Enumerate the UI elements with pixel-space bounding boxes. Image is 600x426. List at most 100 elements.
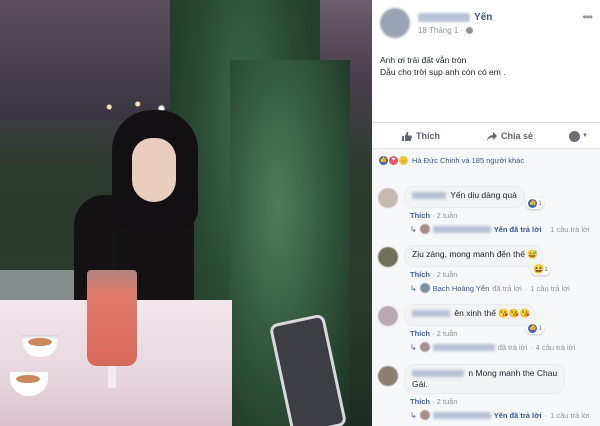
comment-row: Zịu zàng, mong manh đến thế 😅 😆 1 — [378, 245, 594, 275]
reply-author-text: đã trả lời — [492, 283, 522, 293]
reply-author-text: Yến đã trả lời — [493, 224, 542, 234]
comment-reaction-badge[interactable]: 😆 1 — [531, 264, 550, 275]
reply-arrow-icon: ↳ — [410, 283, 417, 293]
share-button[interactable]: Chia sẻ — [487, 131, 533, 141]
reply-separator: · — [544, 410, 548, 420]
comment-reaction-count: 1 — [538, 200, 542, 207]
reactions-summary[interactable]: 👍 ♥ ◡ Hà Đức Chinh và 185 người khác — [372, 148, 600, 171]
comment-text: Zịu zàng, mong manh đến thế 😅 — [412, 249, 538, 259]
comment-item: Yến dịu dàng quá 👍 1 Thích · 2 tuần ↳ Yế… — [378, 171, 594, 234]
reply-author-avatar — [419, 410, 430, 420]
post-content: Anh ơi trái đất vẫn tròn Dẫu cho trời sụ… — [380, 54, 592, 78]
comment-row: Yến dịu dàng quá 👍 1 — [378, 186, 594, 209]
blurred-reply-author — [432, 343, 495, 351]
globe-icon — [466, 27, 474, 34]
comment-row: ên xinh thế 😘😘😘 👍 1 — [378, 304, 594, 334]
reply-arrow-icon: ↳ — [410, 410, 417, 420]
reply-count: 1 câu trả lời — [550, 410, 590, 420]
photo-smoothie-glass — [87, 270, 137, 366]
post-header: Yến 18 Tháng 1 · ••• — [380, 0, 593, 38]
comment-reaction-badge[interactable]: 👍 1 — [526, 198, 544, 209]
comment-text: Yến dịu dàng quá — [450, 190, 517, 200]
comments-list: Yến dịu dàng quá 👍 1 Thích · 2 tuần ↳ Yế… — [372, 171, 600, 426]
comment-meta: Thích · 2 tuần — [410, 211, 458, 220]
comment-reaction-badge[interactable]: 👍 1 — [526, 323, 545, 334]
reply-count: 1 câu trả lời — [530, 283, 570, 293]
comment-item: ên xinh thế 😘😘😘 👍 1 Thích · 2 tuần ↳ đã … — [378, 293, 594, 352]
reply-count: 1 câu trả lời — [550, 224, 590, 234]
commenter-avatar[interactable] — [378, 247, 398, 267]
comment-bubble: Yến dịu dàng quá 👍 1 — [404, 186, 544, 209]
thumbs-up-icon — [402, 131, 412, 141]
comment-meta: Thích · 2 tuần — [410, 270, 458, 279]
reply-author-avatar — [419, 342, 430, 352]
author-info: Yến 18 Tháng 1 · — [418, 8, 582, 35]
comment-bubble: ên xinh thế 😘😘😘 👍 1 — [404, 304, 545, 334]
reply-author-text: đã trả lời — [497, 342, 528, 352]
comment-bubble: Zịu zàng, mong manh đến thế 😅 😆 1 — [404, 245, 550, 275]
photo-person-face — [132, 138, 176, 202]
reply-arrow-icon: ↳ — [410, 224, 417, 234]
post-side-panel: Yến 18 Tháng 1 · ••• Anh ơi trái đất vẫn… — [372, 0, 600, 426]
commenter-avatar[interactable] — [378, 366, 398, 386]
like-reaction-icon: 👍 — [528, 199, 538, 208]
like-reaction-icon: 👍 — [528, 324, 538, 333]
ellipsis-icon[interactable]: ••• — [582, 10, 593, 24]
haha-reaction-icon: ◡ — [399, 155, 408, 165]
reply-summary[interactable]: ↳ Yến đã trả lời · 1 câu trả lời — [410, 410, 594, 420]
comment-like-link[interactable]: Thích — [410, 211, 430, 220]
comment-like-link[interactable]: Thích — [410, 397, 430, 406]
comment-text: ên xinh thế 😘😘😘 — [454, 308, 531, 318]
haha-reaction-icon: 😆 — [533, 264, 545, 274]
comment-time[interactable]: 2 tuần — [437, 211, 458, 220]
viewer-selector[interactable]: ▼ — [569, 130, 588, 142]
like-label: Thích — [416, 131, 440, 141]
reply-summary[interactable]: ↳ đã trả lời · 4 câu trả lời — [410, 342, 594, 352]
post-photo[interactable] — [0, 0, 372, 426]
post-action-bar: Thích Chia sẻ ▼ — [372, 122, 600, 149]
reactions-text: Hà Đức Chinh và 185 người khác — [412, 155, 525, 165]
comment-meta: Thích · 2 tuần — [410, 329, 458, 338]
blurred-author-surname — [418, 13, 470, 22]
comment-meta: Thích · 2 tuần — [410, 397, 458, 406]
like-reaction-icon: 👍 — [379, 155, 388, 165]
reply-author-text: Yến đã trả lời — [493, 410, 542, 420]
post-content-line: Anh ơi trái đất vẫn tròn — [380, 55, 467, 65]
comment-like-link[interactable]: Thích — [410, 329, 430, 338]
reply-count: 4 câu trả lời — [535, 342, 576, 352]
comment-bubble: n Mong manh the Chau Gái. — [404, 364, 566, 394]
blurred-reply-author — [432, 225, 491, 233]
reply-summary[interactable]: ↳ Yến đã trả lời · 1 câu trả lời — [410, 224, 594, 234]
comment-reaction-count: 1 — [544, 266, 548, 273]
post-timestamp[interactable]: 18 Tháng 1 · — [418, 26, 463, 35]
comment-text-continued: Gái. — [412, 379, 428, 389]
comment-item: n Mong manh the Chau Gái. Thích · 2 tuần… — [378, 352, 594, 420]
commenter-avatar[interactable] — [378, 306, 398, 326]
reply-separator: · — [544, 224, 548, 234]
comment-time[interactable]: 2 tuần — [437, 397, 458, 406]
reply-summary[interactable]: ↳ Bạch Hoàng Yến đã trả lời · 1 câu trả … — [410, 283, 594, 293]
post-card: Yến 18 Tháng 1 · ••• Anh ơi trái đất vẫn… — [372, 0, 600, 148]
blurred-commenter-name[interactable] — [412, 192, 446, 200]
share-label: Chia sẻ — [501, 131, 534, 141]
author-name[interactable]: Yến — [418, 12, 582, 23]
comment-reaction-count: 1 — [538, 325, 543, 332]
blurred-commenter-name[interactable] — [412, 370, 464, 378]
love-reaction-icon: ♥ — [389, 155, 398, 165]
share-arrow-icon — [487, 131, 497, 141]
author-visible-name: Yến — [474, 12, 493, 23]
post-meta: 18 Tháng 1 · — [418, 26, 582, 35]
reply-author-name: Bạch Hoàng Yến — [432, 283, 490, 293]
comment-like-link[interactable]: Thích — [410, 270, 430, 279]
like-button[interactable]: Thích — [402, 131, 440, 141]
post-content-line: Dẫu cho trời sụp anh còn có em . — [380, 67, 506, 77]
author-avatar[interactable] — [380, 8, 410, 38]
reply-arrow-icon: ↳ — [410, 342, 417, 352]
comment-time[interactable]: 2 tuần — [437, 329, 458, 338]
blurred-commenter-name[interactable] — [412, 310, 450, 318]
commenter-avatar[interactable] — [378, 188, 398, 208]
comment-time[interactable]: 2 tuần — [437, 270, 458, 279]
photo-glass-stem — [108, 366, 116, 388]
reply-author-avatar — [419, 224, 430, 234]
viewer-avatar — [569, 130, 581, 142]
